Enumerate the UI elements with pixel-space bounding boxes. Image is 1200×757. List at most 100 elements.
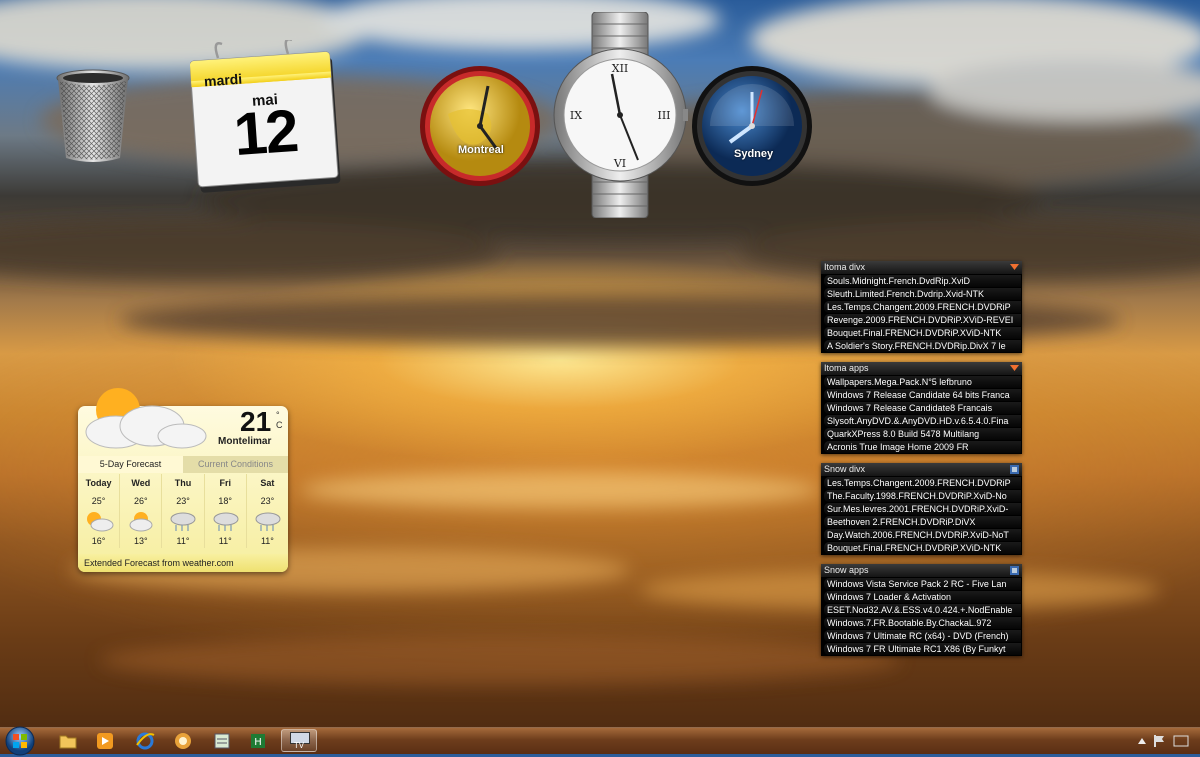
feed-item[interactable]: Windows Vista Service Pack 2 RC - Five L… bbox=[824, 578, 1021, 590]
action-center-flag-icon bbox=[1156, 736, 1164, 742]
clock-montreal[interactable]: Montreal bbox=[418, 64, 542, 188]
feed-item[interactable]: Beethoven 2.FRENCH.DVDRiP.DiVX bbox=[824, 516, 1021, 528]
feed-item[interactable]: Acronis True Image Home 2009 FR bbox=[824, 441, 1021, 453]
calendar-day: 12 bbox=[231, 96, 300, 169]
snow-icon bbox=[213, 512, 239, 531]
clock-city-label: Montreal bbox=[458, 144, 504, 156]
feed-item[interactable]: The.Faculty.1998.FRENCH.DVDRiP.XviD-No bbox=[824, 490, 1021, 502]
taskbar: H TV bbox=[0, 725, 1200, 757]
spreadsheet-icon[interactable]: H bbox=[248, 731, 268, 751]
feed-item[interactable]: Les.Temps.Changent.2009.FRENCH.DVDRiP bbox=[824, 301, 1021, 313]
feed-title: Itoma apps bbox=[821, 362, 1022, 375]
messenger-icon[interactable] bbox=[173, 731, 193, 751]
tab-current-conditions[interactable]: Current Conditions bbox=[183, 456, 288, 473]
forecast-high: 26° bbox=[133, 496, 148, 506]
notepad-icon[interactable] bbox=[212, 731, 232, 751]
tab-5-day-forecast[interactable]: 5-Day Forecast bbox=[78, 456, 183, 473]
calendar-gadget[interactable]: mardi mai 12 bbox=[190, 40, 346, 200]
clock-sydney[interactable]: Sydney bbox=[690, 64, 814, 188]
feed-item[interactable]: Bouquet.Final.FRENCH.DVDRiP.XViD-NTK bbox=[824, 327, 1021, 339]
feed-item[interactable]: Windows 7 FR Ultimate RC1 X86 (By Funkyt bbox=[824, 643, 1021, 655]
partly-sunny-icon bbox=[87, 512, 114, 532]
feed-item[interactable]: Wallpapers.Mega.Pack.N°5 lefbruno bbox=[824, 376, 1021, 388]
feed-logo-icon[interactable] bbox=[1010, 566, 1019, 575]
feed-snow-apps[interactable]: Snow apps Windows Vista Service Pack 2 R… bbox=[821, 564, 1022, 656]
folder-icon[interactable] bbox=[58, 731, 78, 751]
snow-icon bbox=[255, 512, 281, 531]
partly-sunny-icon bbox=[129, 512, 153, 532]
forecast-high: 23° bbox=[176, 496, 190, 506]
recycle-bin-icon[interactable] bbox=[54, 66, 132, 166]
taskbar-tv-button[interactable]: TV bbox=[281, 729, 317, 752]
weather-footer-link[interactable]: Extended Forecast from weather.com bbox=[78, 554, 288, 572]
feed-item[interactable]: Windows 7 Ultimate RC (x64) - DVD (Frenc… bbox=[824, 630, 1021, 642]
internet-explorer-icon[interactable] bbox=[135, 731, 155, 751]
collapse-arrow-icon[interactable] bbox=[1010, 364, 1019, 373]
forecast-day: Today 25° 16° bbox=[78, 474, 121, 548]
clock-wristwatch[interactable]: XII III VI IX bbox=[552, 11, 688, 219]
clock-face-icon bbox=[420, 66, 540, 186]
media-player-icon[interactable] bbox=[95, 731, 115, 751]
weather-degree-sign: ° bbox=[276, 410, 280, 420]
feed-title-text: Itoma apps bbox=[824, 363, 869, 373]
feed-item[interactable]: ESET.Nod32.AV.&.ESS.v4.0.424.+.NodEnable bbox=[824, 604, 1021, 616]
feed-snow-divx[interactable]: Snow divx Les.Temps.Changent.2009.FRENCH… bbox=[821, 463, 1022, 555]
feed-item[interactable]: Revenge.2009.FRENCH.DVDRiP.XViD-REVEI bbox=[824, 314, 1021, 326]
feed-item[interactable]: Sur.Mes.levres.2001.FRENCH.DVDRiP.XviD- bbox=[824, 503, 1021, 515]
network-icon bbox=[1173, 735, 1189, 747]
feed-title-text: Snow divx bbox=[824, 464, 866, 474]
forecast-day: Fri 18° 11° bbox=[205, 474, 247, 548]
feed-title: Snow divx bbox=[821, 463, 1022, 476]
feed-title: Itoma divx bbox=[821, 261, 1022, 274]
feed-logo-icon[interactable] bbox=[1010, 465, 1019, 474]
forecast-day: Sat 23° 11° bbox=[247, 474, 288, 548]
weather-temperature: 21 bbox=[240, 406, 272, 437]
feed-item[interactable]: Windows.7.FR.Bootable.By.ChackaL.972 bbox=[824, 617, 1021, 629]
feed-item[interactable]: QuarkXPress 8.0 Build 5478 Multilang bbox=[824, 428, 1021, 440]
collapse-arrow-icon[interactable] bbox=[1010, 263, 1019, 272]
forecast-high: 23° bbox=[260, 496, 275, 506]
forecast-high: 25° bbox=[91, 496, 106, 506]
forecast-day-name: Fri bbox=[219, 478, 231, 488]
weather-gadget[interactable]: 21 ° C Montelimar 5-Day Forecast Current… bbox=[74, 384, 290, 572]
feed-item[interactable]: Windows 7 Release Candidate 64 bits Fran… bbox=[824, 389, 1021, 401]
forecast-day-name: Sat bbox=[260, 478, 275, 488]
feed-item[interactable]: Souls.Midnight.French.DvdRip.XviD bbox=[824, 275, 1021, 287]
watch-icon: XII III VI IX bbox=[553, 11, 688, 219]
forecast-day-name: Today bbox=[85, 478, 112, 488]
weather-tabs: 5-Day Forecast Current Conditions bbox=[78, 456, 288, 473]
feed-itoma-apps[interactable]: Itoma apps Wallpapers.Mega.Pack.N°5 lefb… bbox=[821, 362, 1022, 454]
show-hidden-icons-icon bbox=[1138, 738, 1146, 744]
svg-text:XII: XII bbox=[612, 62, 629, 75]
weather-forecast-days: Today 25° 16° Wed 26° 13° Thu 23° 11° Fr… bbox=[78, 474, 288, 548]
snow-icon bbox=[170, 512, 196, 531]
feed-itoma-divx[interactable]: Itoma divx Souls.Midnight.French.DvdRip.… bbox=[821, 261, 1022, 353]
svg-text:IX: IX bbox=[570, 109, 582, 122]
calendar-weekday: mardi bbox=[203, 70, 243, 90]
weather-city: Montelimar bbox=[218, 436, 272, 447]
forecast-day-name: Thu bbox=[174, 478, 192, 488]
svg-text:III: III bbox=[657, 109, 670, 122]
feed-item[interactable]: Windows 7 Loader & Activation bbox=[824, 591, 1021, 603]
clock-city-label: Sydney bbox=[734, 148, 774, 160]
forecast-low: 11° bbox=[218, 536, 232, 546]
feed-item[interactable]: Day.Watch.2006.FRENCH.DVDRiP.XviD-NoT bbox=[824, 529, 1021, 541]
weather-unit-letter: C bbox=[276, 420, 283, 430]
feed-item[interactable]: Les.Temps.Changent.2009.FRENCH.DVDRiP bbox=[824, 477, 1021, 489]
clock-face-icon bbox=[692, 66, 812, 186]
forecast-low: 16° bbox=[91, 536, 106, 546]
forecast-day: Thu 23° 11° bbox=[162, 474, 205, 548]
feed-item[interactable]: Bouquet.Final.FRENCH.DVDRiP.XViD-NTK bbox=[824, 542, 1021, 554]
forecast-low: 11° bbox=[260, 536, 274, 546]
system-tray-icons[interactable] bbox=[1136, 734, 1192, 748]
feed-item[interactable]: Sleuth.Limited.French.Dvdrip.Xvid-NTK bbox=[824, 288, 1021, 300]
sun-cloud-icon bbox=[85, 388, 207, 449]
feed-item[interactable]: Windows 7 Release Candidate8 Francais bbox=[824, 402, 1021, 414]
forecast-day: Wed 26° 13° bbox=[120, 474, 163, 548]
feed-item[interactable]: Slysoft.AnyDVD.&.AnyDVD.HD.v.6.5.4.0.Fin… bbox=[824, 415, 1021, 427]
start-button-icon[interactable] bbox=[4, 725, 36, 757]
forecast-low: 13° bbox=[133, 536, 148, 546]
feed-item[interactable]: A Soldier's Story.FRENCH.DVDRip.DivX 7 l… bbox=[824, 340, 1021, 352]
feed-title-text: Itoma divx bbox=[824, 262, 866, 272]
svg-text:H: H bbox=[254, 737, 262, 748]
